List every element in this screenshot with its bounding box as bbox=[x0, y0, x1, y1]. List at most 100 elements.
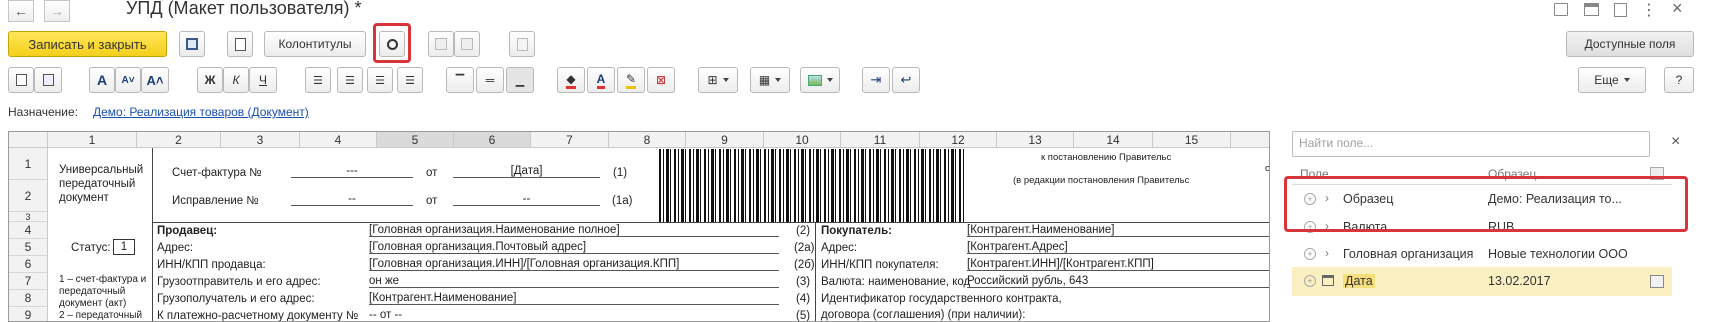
row-header-3[interactable]: 3 bbox=[9, 212, 48, 222]
column-header-3[interactable]: 3 bbox=[221, 132, 300, 148]
column-header-10[interactable]: 10 bbox=[764, 132, 841, 148]
shipper-value: он же bbox=[369, 275, 779, 288]
purpose-link[interactable]: Демо: Реализация товаров (Документ) bbox=[93, 105, 309, 119]
picture-dropdown[interactable] bbox=[800, 67, 840, 93]
highlight-button[interactable]: ✎ bbox=[617, 67, 645, 93]
row-header-1[interactable]: 1 bbox=[9, 148, 48, 180]
copy-button[interactable] bbox=[8, 67, 34, 93]
row-header-2[interactable]: 2 bbox=[9, 180, 48, 212]
invoice-from: от bbox=[426, 167, 438, 179]
column-header-11[interactable]: 11 bbox=[841, 132, 920, 148]
invoice-number: --- bbox=[291, 165, 413, 178]
column-header-5[interactable]: 5 bbox=[377, 132, 454, 148]
align-left-button[interactable]: ☰ bbox=[305, 67, 331, 93]
column-header-14[interactable]: 14 bbox=[1074, 132, 1153, 148]
save-disk-icon[interactable] bbox=[1554, 3, 1568, 16]
middle-divider bbox=[815, 222, 816, 321]
column-header-15[interactable]: 15 bbox=[1153, 132, 1231, 148]
expand-icon[interactable]: + bbox=[1304, 248, 1316, 260]
justify-button[interactable]: ☰ bbox=[397, 67, 423, 93]
correction-from: от bbox=[426, 195, 438, 207]
column-header-6[interactable]: 6 bbox=[454, 132, 531, 148]
available-fields-button[interactable]: Доступные поля bbox=[1566, 31, 1694, 57]
sample-edit-icon[interactable] bbox=[1650, 275, 1664, 288]
font-icon: A bbox=[96, 72, 108, 88]
headers-footers-button[interactable]: Колонтитулы bbox=[264, 31, 366, 57]
valign-bottom-button[interactable]: ▁ bbox=[506, 67, 534, 93]
text-color-button[interactable]: A bbox=[587, 67, 615, 93]
invoice-date: [Дата] bbox=[453, 165, 600, 178]
exit-arrow-icon: ↩ bbox=[900, 72, 912, 87]
copy-format-button[interactable] bbox=[428, 31, 454, 57]
column-header-16[interactable] bbox=[1231, 132, 1269, 148]
row-header-6[interactable]: 6 bbox=[9, 256, 48, 273]
picture-icon bbox=[807, 74, 822, 86]
chevron-right-icon[interactable]: › bbox=[1325, 246, 1329, 260]
layout-spreadsheet[interactable]: 1 2 3 4 5 6 7 8 9 10 11 12 13 14 15 1 2 … bbox=[8, 131, 1270, 322]
save-and-close-button[interactable]: Записать и закрыть bbox=[8, 31, 167, 57]
italic-button[interactable]: К bbox=[223, 67, 249, 93]
column-header-7[interactable]: 7 bbox=[531, 132, 609, 148]
buyer-address-value: [Контрагент.Адрес] bbox=[967, 241, 1269, 254]
row-header-8[interactable]: 8 bbox=[9, 290, 48, 307]
corner-cell bbox=[9, 132, 48, 148]
buyer-inn-label: ИНН/КПП покупателя: bbox=[821, 259, 939, 271]
row-header-4[interactable]: 4 bbox=[9, 222, 48, 239]
exit-button[interactable]: ↩ bbox=[892, 67, 920, 93]
status-note-4: 2 – передаточный bbox=[59, 310, 143, 321]
preview-icon[interactable] bbox=[1614, 3, 1627, 17]
field-row-selected[interactable]: + Дата 13.02.2017 bbox=[1292, 267, 1672, 296]
font-button[interactable]: A bbox=[89, 67, 115, 93]
row-header-5[interactable]: 5 bbox=[9, 239, 48, 256]
row-header-9[interactable]: 9 bbox=[9, 307, 48, 321]
align-right-button[interactable]: ☰ bbox=[367, 67, 393, 93]
row-header-7[interactable]: 7 bbox=[9, 273, 48, 290]
italic-icon: К bbox=[232, 73, 240, 87]
field-row[interactable]: + › Головная организация Новые технологи… bbox=[1292, 240, 1672, 269]
payment-value: -- от -- bbox=[369, 309, 779, 321]
inn-label: ИНН/КПП продавца: bbox=[157, 259, 266, 271]
column-header-2[interactable]: 2 bbox=[137, 132, 221, 148]
more-button[interactable]: Еще bbox=[1578, 67, 1646, 93]
print-icon[interactable] bbox=[1584, 3, 1599, 16]
paste-button[interactable] bbox=[34, 67, 62, 93]
help-button[interactable]: ? bbox=[1664, 67, 1694, 93]
fill-color-button[interactable]: ◆ bbox=[557, 67, 585, 93]
decrease-font-button[interactable]: A˅ bbox=[115, 67, 141, 93]
inn-value: [Головная организация.ИНН]/[Головная орг… bbox=[369, 258, 779, 271]
valign-middle-button[interactable]: ═ bbox=[476, 67, 504, 93]
more-vertical-icon[interactable]: ⋮ bbox=[1641, 0, 1657, 20]
forward-button[interactable]: → bbox=[44, 0, 70, 22]
column-header-1[interactable]: 1 bbox=[48, 132, 137, 148]
column-header-4[interactable]: 4 bbox=[300, 132, 377, 148]
expand-icon[interactable]: + bbox=[1304, 275, 1316, 287]
field-search-input[interactable]: Найти поле... bbox=[1292, 131, 1650, 157]
seller-label: Продавец: bbox=[157, 225, 218, 237]
valign-top-button[interactable]: ▔ bbox=[446, 67, 474, 93]
save-button[interactable] bbox=[179, 31, 205, 57]
increase-font-button[interactable]: A˄ bbox=[141, 67, 169, 93]
column-header-13[interactable]: 13 bbox=[997, 132, 1074, 148]
borders-dropdown[interactable]: ⊞ bbox=[698, 67, 738, 93]
back-button[interactable]: ← bbox=[8, 0, 34, 22]
bold-button[interactable]: Ж bbox=[197, 67, 223, 93]
text-color-icon: A bbox=[596, 72, 606, 89]
clear-format-icon: ⊠ bbox=[655, 73, 667, 87]
column-header-12[interactable]: 12 bbox=[920, 132, 997, 148]
preview-button[interactable] bbox=[227, 31, 253, 57]
consignee-code: (4) bbox=[796, 293, 811, 305]
consignee-label: Грузополучатель и его адрес: bbox=[157, 293, 315, 305]
insert-button[interactable]: ⇥ bbox=[862, 67, 890, 93]
underline-button[interactable]: Ч bbox=[249, 67, 277, 93]
paste-format-button[interactable] bbox=[454, 31, 480, 57]
clear-format-button[interactable]: ⊠ bbox=[647, 67, 675, 93]
clear-search-icon[interactable]: × bbox=[1671, 133, 1680, 151]
page-settings-button[interactable] bbox=[509, 31, 535, 57]
column-header-8[interactable]: 8 bbox=[609, 132, 686, 148]
align-center-button[interactable]: ☰ bbox=[337, 67, 363, 93]
cell-format-dropdown[interactable]: ▦ bbox=[750, 67, 790, 93]
copy-icon bbox=[435, 38, 447, 50]
column-header-9[interactable]: 9 bbox=[686, 132, 764, 148]
close-window-icon[interactable]: × bbox=[1672, 0, 1683, 19]
address-code: (2а) bbox=[794, 242, 815, 254]
